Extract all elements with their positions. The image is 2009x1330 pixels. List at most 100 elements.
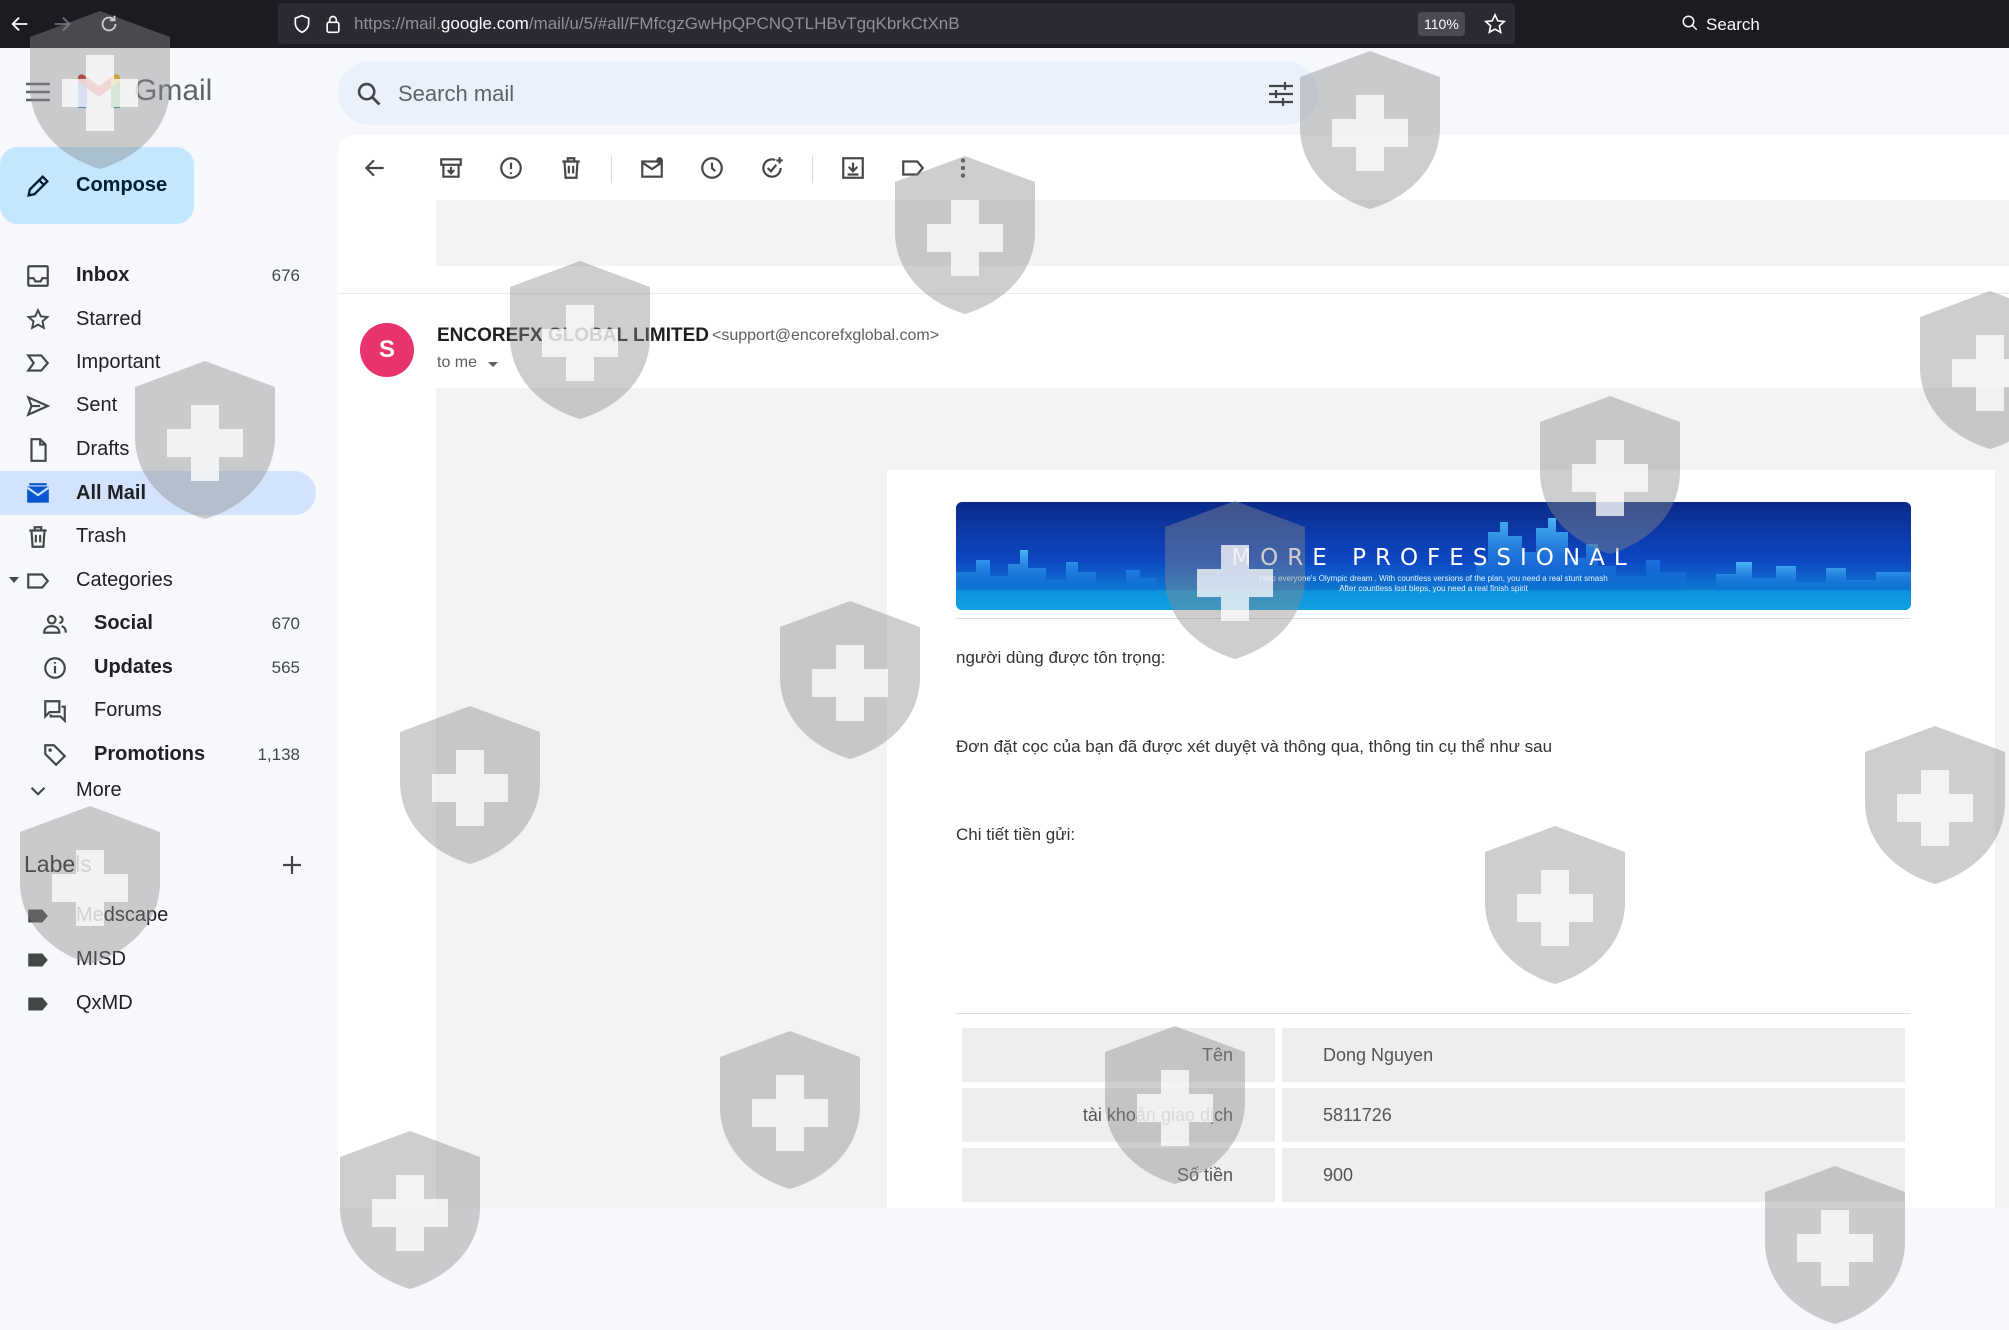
label-filled-icon: [25, 947, 51, 973]
inbox-icon: [25, 263, 51, 289]
sidebar-item-social[interactable]: Social 670: [0, 601, 316, 645]
detail-row-value: 900: [1282, 1148, 1905, 1202]
label-item[interactable]: QxMD: [0, 981, 316, 1025]
report-spam-icon[interactable]: [498, 155, 526, 183]
sidebar-item-label: Promotions: [94, 743, 206, 765]
search-placeholder: Search mail: [398, 81, 515, 106]
sidebar-item-label: Sent: [76, 394, 118, 416]
subject-line: [436, 200, 2009, 266]
sidebar-item-label: Trash: [76, 525, 127, 547]
sidebar-item-label: Forums: [94, 699, 162, 721]
table-divider: [956, 1013, 1911, 1014]
label-outline-icon: [25, 568, 51, 594]
show-details-caret-icon[interactable]: [486, 357, 500, 371]
move-to-icon[interactable]: [840, 155, 868, 183]
bookmark-star-icon[interactable]: [1484, 13, 1506, 35]
url-text[interactable]: https://mail.google.com/mail/u/5/#all/FM…: [354, 14, 960, 34]
chevron-down-icon: [25, 778, 51, 804]
message-view: S ENCOREFX GLOBAL LIMITED <support@encor…: [338, 135, 2009, 1208]
sidebar-item-all-mail[interactable]: All Mail: [0, 471, 316, 515]
label-name: MISD: [76, 948, 126, 970]
star-icon: [25, 307, 51, 333]
gmail-brand: Gmail: [134, 74, 213, 107]
sidebar-item-important[interactable]: Important: [0, 340, 316, 384]
lock-icon[interactable]: [324, 14, 342, 34]
banner-tagline: Help everyone's Olympic dream . With cou…: [956, 574, 1911, 594]
shield-icon[interactable]: [292, 14, 312, 34]
greeting-text: người dùng được tôn trọng:: [956, 648, 1166, 667]
banner-divider: [956, 618, 1911, 619]
sender-email: <support@encorefxglobal.com>: [712, 327, 940, 344]
sidebar-item-drafts[interactable]: Drafts: [0, 427, 316, 471]
sidebar-item-categories[interactable]: Categories: [0, 558, 316, 602]
snooze-icon[interactable]: [699, 155, 727, 183]
back-arrow-icon[interactable]: [6, 10, 34, 38]
unread-count: 670: [271, 614, 300, 633]
draft-icon: [25, 437, 51, 463]
tag-icon: [42, 742, 68, 768]
search-options-icon[interactable]: [1266, 79, 1296, 109]
sidebar-item-forums[interactable]: Forums: [0, 688, 316, 732]
sidebar-item-more[interactable]: More: [0, 768, 316, 812]
detail-row-value: 5811726: [1282, 1088, 1905, 1142]
sidebar-item-label: All Mail: [76, 482, 147, 504]
browser-search-box[interactable]: Search: [1665, 3, 1875, 44]
all-mail-icon: [25, 481, 51, 507]
detail-row-label: tài khoản giao dịch: [962, 1088, 1275, 1142]
reload-icon[interactable]: [95, 10, 123, 38]
promo-banner: MORE PROFESSIONAL Help everyone's Olympi…: [956, 502, 1911, 610]
recipient-label: to me: [437, 354, 478, 371]
unread-count: 676: [271, 266, 300, 285]
delete-icon[interactable]: [558, 155, 586, 183]
sender-avatar[interactable]: S: [360, 323, 414, 377]
toolbar-divider: [812, 155, 813, 183]
search-mail-input[interactable]: Search mail: [338, 61, 1318, 125]
expand-caret-icon[interactable]: [8, 574, 20, 586]
label-icon[interactable]: [900, 155, 928, 183]
back-to-list-icon[interactable]: [362, 155, 390, 183]
compose-label: Compose: [76, 174, 168, 196]
gmail-logo-icon[interactable]: [75, 73, 123, 111]
search-icon[interactable]: [355, 80, 383, 108]
header-divider: [338, 293, 2009, 294]
sidebar-item-starred[interactable]: Starred: [0, 297, 316, 341]
sender-name[interactable]: ENCOREFX GLOBAL LIMITED: [437, 325, 709, 347]
email-body: MORE PROFESSIONAL Help everyone's Olympi…: [887, 470, 1995, 1208]
send-icon: [25, 393, 51, 419]
forward-arrow-icon[interactable]: [48, 10, 76, 38]
sidebar-item-inbox[interactable]: Inbox 676: [0, 253, 316, 297]
add-to-tasks-icon[interactable]: [759, 155, 787, 183]
approval-text: Đơn đặt cọc của bạn đã được xét duyệt và…: [956, 737, 1553, 756]
zoom-level-badge[interactable]: 110%: [1418, 12, 1465, 36]
label-item[interactable]: Medscape: [0, 893, 316, 937]
sidebar-item-sent[interactable]: Sent: [0, 383, 316, 427]
detail-row-label: Số tiền: [962, 1148, 1275, 1202]
sidebar-item-label: More: [76, 779, 122, 801]
label-filled-icon: [25, 903, 51, 929]
add-label-icon[interactable]: [280, 853, 304, 877]
browser-toolbar: https://mail.google.com/mail/u/5/#all/FM…: [0, 0, 2009, 48]
banner-tagline-line-2: After countless lost bleps, you need a r…: [1339, 584, 1528, 593]
people-icon: [42, 611, 68, 637]
more-options-icon[interactable]: [950, 155, 978, 183]
pencil-icon: [24, 172, 52, 200]
sidebar-item-label: Important: [76, 351, 161, 373]
deposit-details-heading: Chi tiết tiền gửi:: [956, 825, 1076, 844]
main-menu-icon[interactable]: [22, 78, 54, 106]
archive-icon[interactable]: [438, 155, 466, 183]
label-item[interactable]: MISD: [0, 937, 316, 981]
label-filled-icon: [25, 991, 51, 1017]
sidebar-item-label: Inbox: [76, 264, 130, 286]
info-icon: [42, 655, 68, 681]
mark-unread-icon[interactable]: [639, 155, 667, 183]
sidebar-item-updates[interactable]: Updates 565: [0, 645, 316, 689]
sidebar-item-label: Drafts: [76, 438, 130, 460]
label-name: Medscape: [76, 904, 169, 926]
toolbar-divider: [611, 155, 612, 183]
address-bar[interactable]: https://mail.google.com/mail/u/5/#all/FM…: [278, 3, 1515, 44]
sidebar-item-trash[interactable]: Trash: [0, 514, 316, 558]
unread-count: 1,138: [257, 745, 300, 764]
compose-button[interactable]: Compose: [0, 147, 194, 224]
sidebar-item-label: Starred: [76, 308, 142, 330]
labels-heading: Labels: [24, 851, 92, 877]
